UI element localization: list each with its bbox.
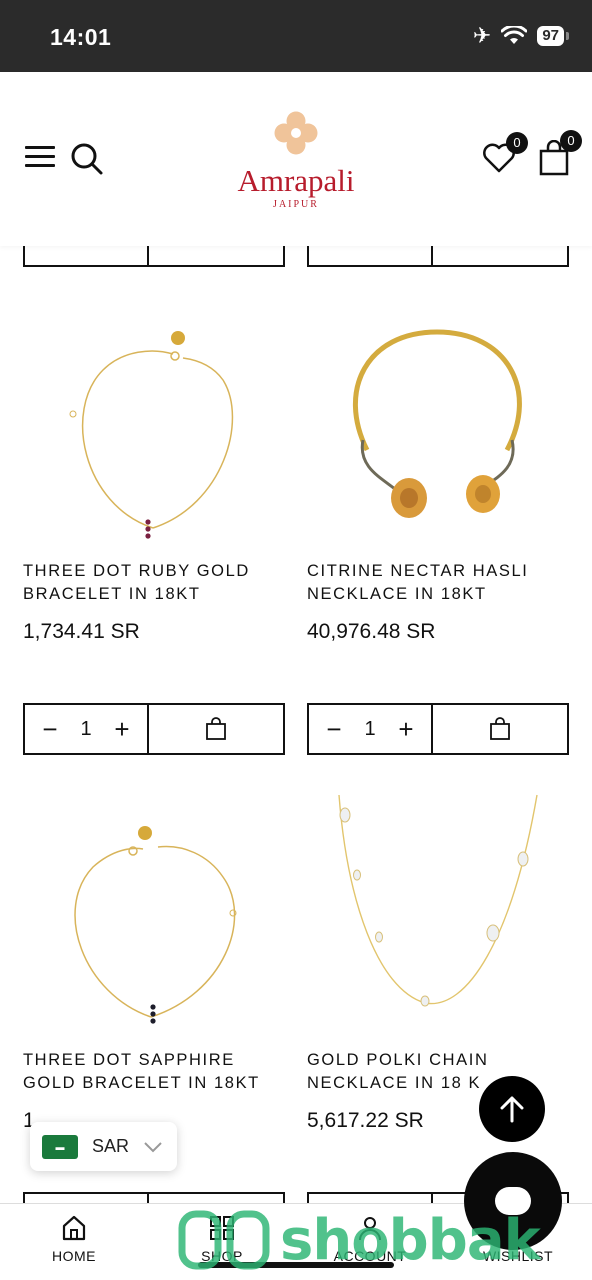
user-icon — [359, 1217, 381, 1241]
decrease-quantity-button[interactable]: − — [323, 716, 345, 742]
logo-wordmark: Amrapali — [237, 163, 355, 198]
search-button[interactable] — [70, 142, 106, 178]
quantity-value[interactable]: 1 — [364, 718, 375, 741]
product-image[interactable] — [307, 300, 569, 560]
menu-button[interactable] — [25, 146, 55, 170]
product-image[interactable] — [307, 789, 569, 1049]
nav-account[interactable]: ACCOUNT — [296, 1204, 444, 1280]
status-bar: 14:01 ✈ 97 — [0, 0, 592, 72]
product-card[interactable]: THREE DOT SAPPHIRE GOLD BRACELET IN 18KT… — [23, 789, 285, 1133]
hamburger-icon — [25, 146, 55, 149]
shopping-bag-icon — [490, 717, 510, 740]
currency-selector[interactable]: ▬ SAR — [30, 1122, 177, 1171]
grid-icon — [210, 1216, 234, 1240]
nav-label: HOME — [52, 1248, 96, 1264]
cart-button[interactable]: 0 — [538, 130, 582, 176]
search-icon — [71, 143, 103, 175]
increase-quantity-button[interactable]: + — [111, 716, 133, 742]
decrease-quantity-button[interactable]: − — [39, 716, 61, 742]
product-title[interactable]: CITRINE NECTAR HASLI NECKLACE IN 18KT — [307, 560, 569, 606]
product-card[interactable]: CITRINE NECTAR HASLI NECKLACE IN 18KT 40… — [307, 300, 569, 644]
chat-button[interactable] — [464, 1152, 562, 1250]
cart-count-badge: 0 — [560, 130, 582, 152]
status-icons: ✈ 97 — [472, 23, 569, 48]
product-controls: − 1 + — [307, 703, 569, 755]
product-title[interactable]: THREE DOT SAPPHIRE GOLD BRACELET IN 18KT — [23, 1049, 285, 1095]
arrow-up-icon — [500, 1096, 524, 1123]
nav-home[interactable]: HOME — [0, 1204, 148, 1280]
product-title[interactable]: THREE DOT RUBY GOLD BRACELET IN 18KT — [23, 560, 285, 606]
brand-logo[interactable]: Amrapali JAIPUR — [226, 110, 366, 214]
nav-shop[interactable]: SHOP — [148, 1204, 296, 1280]
increase-quantity-button[interactable]: + — [395, 716, 417, 742]
product-card[interactable]: THREE DOT RUBY GOLD BRACELET IN 18KT 1,7… — [23, 300, 285, 644]
product-price: 1,734.41 SR — [23, 620, 140, 643]
airplane-icon: ✈ — [472, 23, 492, 48]
chevron-down-icon — [144, 1141, 162, 1152]
status-time: 14:01 — [50, 24, 112, 50]
wishlist-count-badge: 0 — [506, 132, 528, 154]
logo-flower-icon — [274, 111, 318, 155]
bracelet-image — [69, 331, 234, 539]
battery-indicator: 97 — [537, 26, 569, 46]
logo-subtitle: JAIPUR — [273, 199, 319, 210]
home-indicator — [198, 1262, 394, 1268]
quantity-stepper: − 1 + — [309, 705, 433, 753]
necklace-image — [352, 329, 522, 518]
saudi-flag-icon: ▬ — [42, 1134, 78, 1159]
wifi-icon — [501, 26, 528, 44]
site-header: Amrapali JAIPUR 0 0 — [0, 72, 592, 246]
product-image[interactable] — [23, 300, 285, 560]
add-to-cart-button[interactable] — [433, 705, 567, 753]
wishlist-button[interactable]: 0 — [482, 132, 528, 176]
quantity-value[interactable]: 1 — [80, 718, 91, 741]
bracelet-image — [74, 826, 237, 1024]
shopping-bag-icon — [206, 717, 226, 740]
home-icon — [62, 1215, 86, 1241]
quantity-stepper: − 1 + — [25, 705, 149, 753]
nav-label: WISHLIST — [482, 1248, 554, 1264]
scroll-to-top-button[interactable] — [479, 1076, 545, 1142]
necklace-image — [338, 794, 538, 1007]
product-controls: − 1 + — [23, 703, 285, 755]
add-to-cart-button[interactable] — [149, 705, 283, 753]
product-image[interactable] — [23, 789, 285, 1049]
chat-icon — [495, 1187, 531, 1215]
product-price: 40,976.48 SR — [307, 620, 436, 643]
currency-code: SAR — [92, 1136, 130, 1156]
